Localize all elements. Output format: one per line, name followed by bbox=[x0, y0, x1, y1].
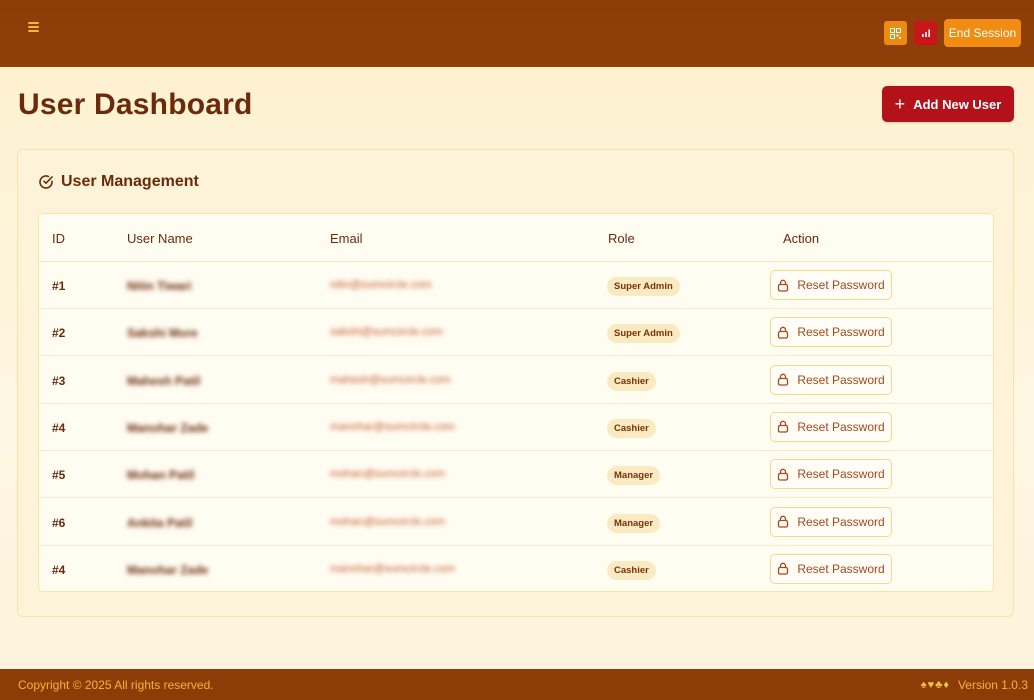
user-id: #2 bbox=[52, 326, 66, 341]
footer-right: ♠♥♣♦ Version 1.0.3 bbox=[921, 678, 1028, 692]
reset-password-button[interactable]: Reset Password bbox=[770, 553, 892, 584]
user-name: Manohar Zade bbox=[127, 562, 209, 577]
column-header-email: Email bbox=[330, 231, 363, 246]
add-new-user-label: Add New User bbox=[913, 96, 1002, 112]
lock-icon bbox=[778, 468, 789, 481]
lock-icon bbox=[778, 515, 789, 528]
table-row: #5 Mohan Patil mohan@sumcircle.com Manager R… bbox=[39, 451, 993, 499]
reset-password-label: Reset Password bbox=[797, 419, 885, 434]
user-email: mahesh@sumcircle.com bbox=[330, 373, 451, 386]
role-badge: Cashier bbox=[607, 418, 656, 438]
add-new-user-button[interactable]: + Add New User bbox=[882, 86, 1014, 122]
reset-password-button[interactable]: Reset Password bbox=[770, 411, 892, 442]
lock-icon bbox=[778, 373, 789, 386]
role-badge: Manager bbox=[607, 466, 661, 486]
footer: Copyright © 2025 All rights reserved. ♠♥… bbox=[0, 669, 1034, 700]
user-name: Manohar Zade bbox=[127, 420, 209, 435]
user-name: Ankita Patil bbox=[127, 515, 193, 530]
top-bar: End Session bbox=[0, 0, 1034, 67]
role-badge: Cashier bbox=[607, 560, 656, 580]
role-badge: Super Admin bbox=[607, 324, 680, 344]
table-header: ID User Name Email Role Action bbox=[39, 214, 993, 262]
user-email: sakshi@sumcircle.com bbox=[330, 326, 443, 339]
user-id: #4 bbox=[52, 420, 66, 435]
reset-password-button[interactable]: Reset Password bbox=[770, 364, 892, 395]
table-row: #6 Ankita Patil mohan@sumcircle.com Manager… bbox=[39, 499, 993, 546]
user-email: manohar@sumcircle.com bbox=[330, 562, 455, 575]
lock-icon bbox=[778, 326, 789, 339]
table-row: #1 Nitin Tiwari nitin@sumcircle.com Super A… bbox=[39, 262, 993, 309]
lock-icon bbox=[778, 279, 789, 292]
reset-password-label: Reset Password bbox=[797, 514, 885, 529]
user-id: #3 bbox=[52, 373, 66, 388]
qr-code-icon bbox=[890, 27, 901, 39]
user-name: Nitin Tiwari bbox=[127, 279, 192, 293]
table-row: #4 Manohar Zade manohar@sumcircle.com Cashi… bbox=[39, 404, 993, 451]
user-email: mohan@sumcircle.com bbox=[330, 515, 446, 528]
users-table: ID User Name Email Role Action #1 Nitin T… bbox=[38, 213, 994, 592]
card-suits-icon: ♠♥♣♦ bbox=[920, 679, 950, 691]
end-session-button[interactable]: End Session bbox=[944, 19, 1021, 47]
role-badge: Manager bbox=[607, 513, 661, 533]
column-header-role: Role bbox=[608, 231, 635, 246]
table-row: #4 Manohar Zade manohar@sumcircle.com Cashi… bbox=[39, 546, 993, 591]
lock-icon bbox=[778, 421, 789, 434]
user-name: Sakshi More bbox=[127, 326, 198, 341]
user-email: mohan@sumcircle.com bbox=[330, 468, 446, 481]
chart-button[interactable] bbox=[914, 21, 937, 45]
qr-code-button[interactable] bbox=[884, 21, 907, 45]
column-header-name: User Name bbox=[127, 231, 193, 246]
user-email: nitin@sumcircle.com bbox=[330, 279, 432, 291]
user-id: #1 bbox=[52, 279, 66, 293]
reset-password-label: Reset Password bbox=[797, 325, 885, 340]
user-name: Mohan Patil bbox=[127, 468, 195, 483]
reset-password-button[interactable]: Reset Password bbox=[770, 506, 892, 537]
reset-password-button[interactable]: Reset Password bbox=[770, 270, 892, 300]
user-id: #6 bbox=[52, 515, 66, 530]
user-name: Mahesh Patil bbox=[127, 373, 201, 388]
version-text: Version 1.0.3 bbox=[957, 678, 1028, 692]
plus-icon: + bbox=[894, 94, 906, 114]
role-badge: Super Admin bbox=[607, 277, 680, 296]
check-circle-icon bbox=[39, 175, 53, 189]
reset-password-label: Reset Password bbox=[797, 372, 885, 387]
bar-chart-icon bbox=[921, 29, 930, 37]
reset-password-label: Reset Password bbox=[797, 561, 885, 576]
column-header-id: ID bbox=[52, 231, 65, 246]
user-email: manohar@sumcircle.com bbox=[330, 420, 455, 433]
reset-password-label: Reset Password bbox=[797, 467, 885, 482]
card-title: User Management bbox=[38, 173, 199, 191]
role-badge: Cashier bbox=[607, 371, 656, 391]
lock-icon bbox=[778, 562, 789, 575]
column-header-action: Action bbox=[783, 231, 820, 246]
table-row: #3 Mahesh Patil mahesh@sumcircle.com Cashie… bbox=[39, 357, 993, 404]
reset-password-label: Reset Password bbox=[797, 278, 885, 292]
copyright-text: Copyright © 2025 All rights reserved. bbox=[18, 678, 214, 692]
table-row: #2 Sakshi More sakshi@sumcircle.com Super A… bbox=[39, 309, 993, 357]
card-title-text: User Management bbox=[61, 173, 199, 190]
user-id: #4 bbox=[52, 562, 66, 577]
menu-icon[interactable] bbox=[26, 20, 42, 34]
reset-password-button[interactable]: Reset Password bbox=[770, 459, 892, 490]
user-id: #5 bbox=[52, 468, 66, 483]
page-title: User Dashboard bbox=[18, 88, 253, 121]
reset-password-button[interactable]: Reset Password bbox=[770, 317, 892, 348]
